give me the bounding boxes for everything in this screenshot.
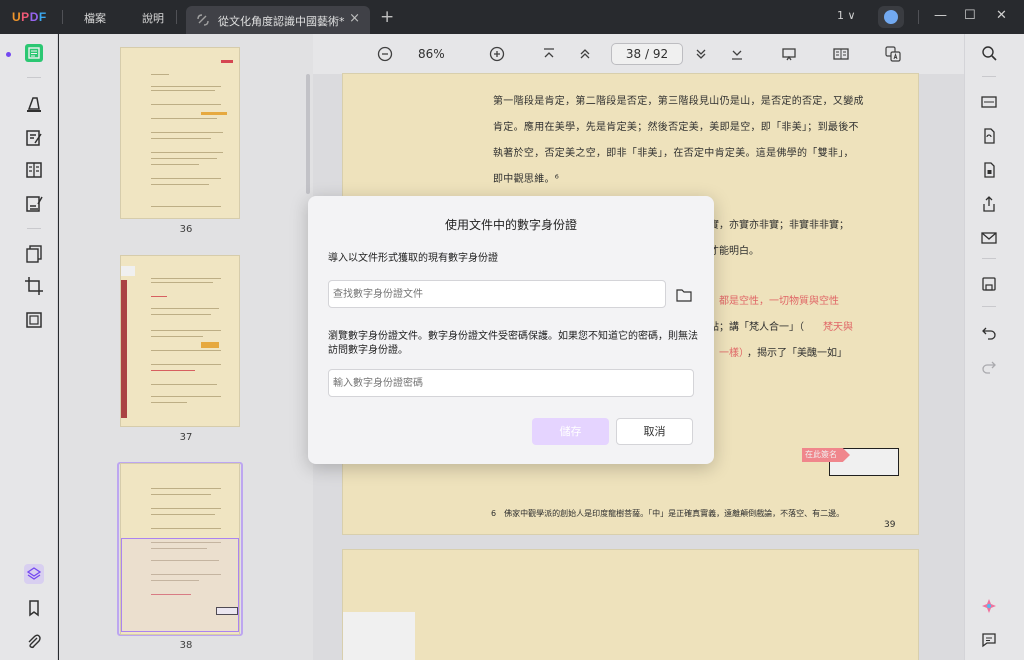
digital-id-file-input[interactable] [328,280,666,308]
password-description: 瀏覽數字身份證文件。數字身份證文件受密碼保護。如果您不知道它的密碼，則無法訪問數… [328,331,698,356]
folder-icon[interactable] [676,288,692,302]
digital-id-password-input[interactable] [328,369,694,397]
digital-id-dialog: 使用文件中的數字身份證 導入以文件形式獲取的現有數字身份證 瀏覽數字身份證文件。… [308,196,714,464]
save-button[interactable]: 儲存 [532,418,609,445]
import-label: 導入以文件形式獲取的現有數字身份證 [328,253,498,264]
dialog-title: 使用文件中的數字身份證 [444,218,577,232]
cancel-button[interactable]: 取消 [616,418,693,445]
